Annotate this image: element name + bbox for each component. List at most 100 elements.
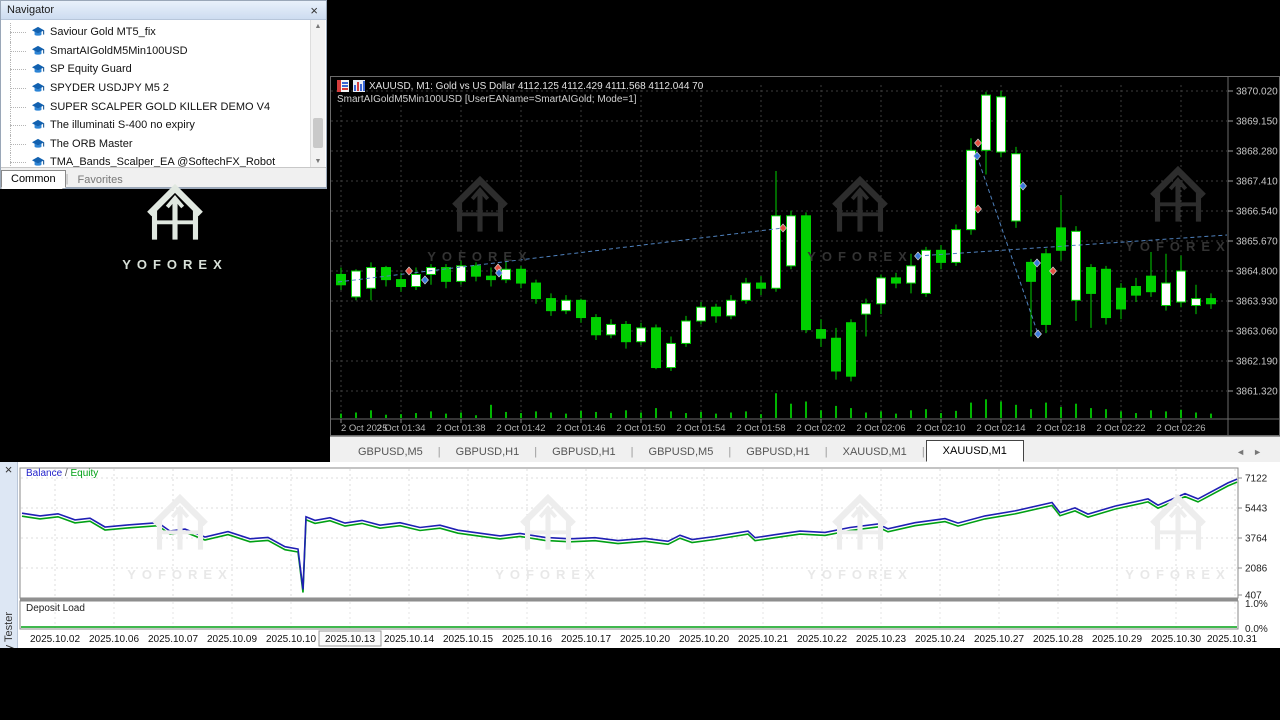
svg-text:2025.10.20: 2025.10.20 [679,634,729,645]
navigator-item-label: SP Equity Guard [50,63,132,75]
price-chart-canvas[interactable]: 3870.020 3869.150 3868.280 3867.410 3866.540… [330,76,1280,436]
svg-text:2 Oct 01:46: 2 Oct 01:46 [556,423,605,434]
expert-advisor-icon [31,82,45,94]
svg-text:1.0%: 1.0% [1245,599,1268,610]
navigator-item-label: The ORB Master [50,138,133,150]
svg-text:2025.10.06: 2025.10.06 [89,634,139,645]
svg-text:3861.320: 3861.320 [1236,387,1278,398]
close-icon[interactable]: × [308,5,320,16]
svg-text:2 Oct 02:10: 2 Oct 02:10 [916,423,965,434]
strategy-tester-side-tab[interactable]: × Strategy Tester [0,462,18,648]
svg-text:3866.540: 3866.540 [1236,207,1278,218]
svg-text:2025.10.31: 2025.10.31 [1207,634,1257,645]
chart-tabs: GBPUSD,M5|GBPUSD,H1|GBPUSD,H1|GBPUSD,M5|… [330,437,1024,462]
svg-text:2 Oct 01:54: 2 Oct 01:54 [676,423,725,434]
svg-text:3869.150: 3869.150 [1236,117,1278,128]
chart-title-text: XAUUSD, M1: Gold vs US Dollar 4112.125 4… [369,81,703,92]
svg-text:2 Oct 01:58: 2 Oct 01:58 [736,423,785,434]
chart-tab-xauusd-m1[interactable]: XAUUSD,M1 [829,442,921,462]
svg-text:2025.10.22: 2025.10.22 [797,634,847,645]
svg-text:2025.10.21: 2025.10.21 [738,634,788,645]
scrollbar-thumb[interactable] [313,118,323,148]
expert-advisor-icon [31,101,45,113]
tester-legend: Balance / Equity [26,468,98,479]
close-icon[interactable]: × [3,464,15,475]
navigator-title: Navigator [7,4,308,16]
expert-advisor-icon [31,26,45,38]
navigator-item[interactable]: SUPER SCALPER GOLD KILLER DEMO V4 [1,97,326,116]
candles [337,91,1216,381]
expert-advisor-icon [31,63,45,75]
chart-tab-gbpusd-h1[interactable]: GBPUSD,H1 [732,442,824,462]
svg-text:2 Oct 02:02: 2 Oct 02:02 [796,423,845,434]
deposit-load-label: Deposit Load [26,603,85,614]
svg-text:3865.670: 3865.670 [1236,237,1278,248]
svg-text:2025.10.16: 2025.10.16 [502,634,552,645]
svg-text:2025.10.29: 2025.10.29 [1092,634,1142,645]
tab-favorites[interactable]: Favorites [68,172,131,188]
expert-advisor-icon [31,138,45,150]
sell-marker-icon [406,267,413,275]
svg-text:3867.410: 3867.410 [1236,177,1278,188]
svg-text:2025.10.02: 2025.10.02 [30,634,80,645]
navigator-tree: Saviour Gold MT5_fix SmartAIGoldM5Min100U… [1,20,326,172]
strategy-tester-panel: 71225443376420864071.0%0.0%2025.10.02202… [0,462,1280,648]
time-axis: 2 Oct 20252 Oct 01:342 Oct 01:382 Oct 01… [341,419,1206,434]
navigator-item[interactable]: The illuminati S-400 no expiry [1,116,326,135]
navigator-scrollbar[interactable]: ▲ ▼ [310,20,325,168]
tree-line [1,60,31,79]
navigator-item[interactable]: Saviour Gold MT5_fix [1,23,326,42]
navigator-tabs: Common|Favorites [1,167,326,187]
svg-text:2025.10.13: 2025.10.13 [325,634,375,645]
chart-tab-gbpusd-h1[interactable]: GBPUSD,H1 [538,442,630,462]
svg-text:3764: 3764 [1245,534,1268,545]
tree-line [1,23,31,42]
navigator-panel: Navigator × Saviour Gold MT5_fix SmartAIG… [0,0,327,188]
tab-common[interactable]: Common [1,170,66,188]
buy-marker-icon [1035,330,1042,338]
tester-chart[interactable]: 71225443376420864071.0%0.0%2025.10.02202… [0,462,1280,648]
svg-text:3863.060: 3863.060 [1236,327,1278,338]
navigator-item[interactable]: SmartAIGoldM5Min100USD [1,42,326,61]
scroll-up-icon[interactable]: ▲ [311,20,325,33]
svg-text:2025.10.24: 2025.10.24 [915,634,965,645]
navigator-titlebar[interactable]: Navigator × [1,1,326,20]
svg-text:2025.10.30: 2025.10.30 [1151,634,1201,645]
trade-history [338,139,1227,338]
tester-date-axis: 2025.10.022025.10.062025.10.072025.10.09… [30,631,1257,646]
navigator-item-label: SmartAIGoldM5Min100USD [50,45,188,57]
svg-text:2 Oct 02:18: 2 Oct 02:18 [1036,423,1085,434]
chart-tab-xauusd-m1[interactable]: XAUUSD,M1 [926,440,1024,462]
volume-bars [341,393,1211,418]
svg-text:2 Oct 01:38: 2 Oct 01:38 [436,423,485,434]
chart-tab-gbpusd-m5[interactable]: GBPUSD,M5 [635,442,728,462]
chart-tab-gbpusd-m5[interactable]: GBPUSD,M5 [344,442,437,462]
svg-text:2 Oct 02:14: 2 Oct 02:14 [976,423,1025,434]
yoforex-watermark: YOFOREX [115,178,235,272]
screen: Market Watch: 10:48:12 × SymbolBidAskDai… [0,0,1280,720]
svg-text:2 Oct 02:22: 2 Oct 02:22 [1096,423,1145,434]
tab-scroll-arrows[interactable]: ◄► [1236,447,1270,457]
navigator-item[interactable]: The ORB Master [1,135,326,154]
svg-text:2 Oct 02:26: 2 Oct 02:26 [1156,423,1205,434]
tabs-scroll-right-icon[interactable]: ► [1253,447,1270,457]
legend-balance: Balance [26,468,62,479]
svg-text:2 Oct 01:42: 2 Oct 01:42 [496,423,545,434]
strategy-tester-tab-label: Strategy Tester [3,612,15,648]
buy-marker-icon [422,276,429,284]
navigator-item[interactable]: SP Equity Guard [1,60,326,79]
svg-text:3870.020: 3870.020 [1236,87,1278,98]
candlestick-chart: 3870.020 3869.150 3868.280 3867.410 3866.540… [331,77,1279,435]
svg-text:2 Oct 01:34: 2 Oct 01:34 [376,423,425,434]
mini-chart-icon[interactable] [353,80,365,92]
svg-text:3868.280: 3868.280 [1236,147,1278,158]
chart-tab-gbpusd-h1[interactable]: GBPUSD,H1 [442,442,534,462]
svg-text:2 Oct 01:50: 2 Oct 01:50 [616,423,665,434]
tabs-scroll-left-icon[interactable]: ◄ [1236,447,1253,457]
navigator-item[interactable]: SPYDER USDJPY M5 2 [1,79,326,98]
svg-text:3863.930: 3863.930 [1236,297,1278,308]
tree-line [1,97,31,116]
price-axis: 3870.020 3869.150 3868.280 3867.410 3866.540… [1228,87,1278,398]
navigator-item-label: SPYDER USDJPY M5 2 [50,82,169,94]
depth-grid-icon[interactable] [337,80,349,92]
